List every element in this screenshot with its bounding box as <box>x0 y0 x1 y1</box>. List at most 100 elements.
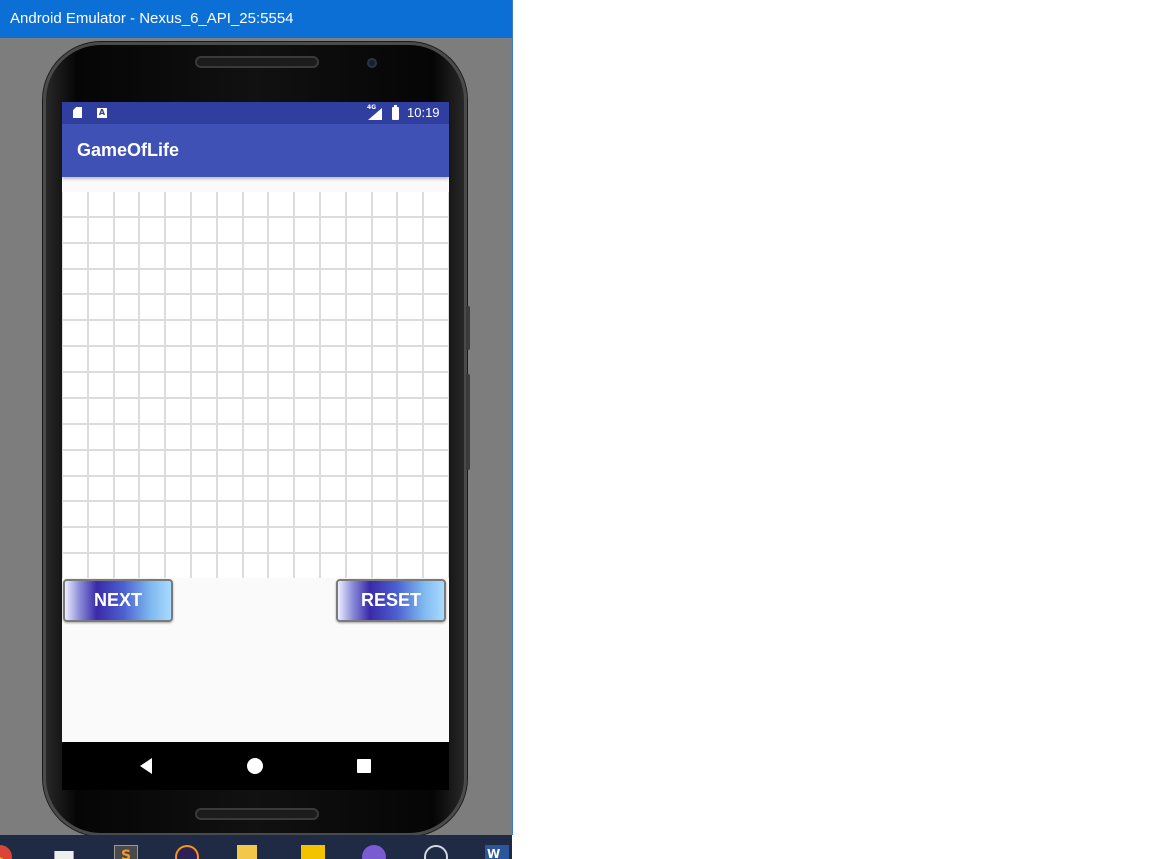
board-cell[interactable] <box>424 373 448 397</box>
board-cell[interactable] <box>372 321 397 346</box>
board-cell[interactable] <box>295 347 319 372</box>
board-cell[interactable] <box>295 554 319 578</box>
board-cell[interactable] <box>269 192 294 216</box>
board-cell[interactable] <box>346 347 371 372</box>
board-cell[interactable] <box>63 502 87 527</box>
board-cell[interactable] <box>63 243 87 268</box>
board-cell[interactable] <box>372 450 397 475</box>
board-cell[interactable] <box>114 373 139 397</box>
board-cell[interactable] <box>140 192 165 216</box>
board-cell[interactable] <box>295 528 319 553</box>
board-cell[interactable] <box>269 502 294 527</box>
board-cell[interactable] <box>217 269 242 294</box>
board-cell[interactable] <box>320 476 345 501</box>
board-cell[interactable] <box>398 192 423 216</box>
board-cell[interactable] <box>372 554 397 578</box>
board-cell[interactable] <box>217 243 242 268</box>
board-cell[interactable] <box>398 424 423 449</box>
board-cell[interactable] <box>166 243 190 268</box>
board-cell[interactable] <box>217 295 242 320</box>
board-cell[interactable] <box>320 217 345 242</box>
board-cell[interactable] <box>346 476 371 501</box>
board-cell[interactable] <box>114 347 139 372</box>
board-cell[interactable] <box>269 217 294 242</box>
board-cell[interactable] <box>88 269 113 294</box>
board-cell[interactable] <box>269 398 294 423</box>
board-cell[interactable] <box>140 554 165 578</box>
board-cell[interactable] <box>346 295 371 320</box>
board-cell[interactable] <box>114 528 139 553</box>
board-cell[interactable] <box>372 192 397 216</box>
board-cell[interactable] <box>166 321 190 346</box>
board-cell[interactable] <box>320 243 345 268</box>
board-cell[interactable] <box>398 450 423 475</box>
board-cell[interactable] <box>269 373 294 397</box>
board-cell[interactable] <box>63 295 87 320</box>
board-cell[interactable] <box>372 528 397 553</box>
board-cell[interactable] <box>269 554 294 578</box>
board-cell[interactable] <box>243 398 268 423</box>
board-cell[interactable] <box>217 192 242 216</box>
board-cell[interactable] <box>398 476 423 501</box>
board-cell[interactable] <box>398 321 423 346</box>
board-cell[interactable] <box>372 217 397 242</box>
board-cell[interactable] <box>140 424 165 449</box>
recents-icon[interactable] <box>357 759 371 773</box>
board-cell[interactable] <box>217 450 242 475</box>
board-cell[interactable] <box>140 502 165 527</box>
board-cell[interactable] <box>398 554 423 578</box>
board-cell[interactable] <box>166 528 190 553</box>
board-cell[interactable] <box>398 502 423 527</box>
board-cell[interactable] <box>166 295 190 320</box>
board-cell[interactable] <box>295 192 319 216</box>
board-cell[interactable] <box>63 554 87 578</box>
board-cell[interactable] <box>166 398 190 423</box>
board-cell[interactable] <box>114 321 139 346</box>
board-cell[interactable] <box>295 243 319 268</box>
board-cell[interactable] <box>140 243 165 268</box>
board-cell[interactable] <box>398 269 423 294</box>
search-app-icon[interactable] <box>301 845 325 859</box>
board-cell[interactable] <box>424 347 448 372</box>
board-cell[interactable] <box>114 295 139 320</box>
board-cell[interactable] <box>320 321 345 346</box>
board-cell[interactable] <box>140 217 165 242</box>
board-cell[interactable] <box>424 528 448 553</box>
board-cell[interactable] <box>114 192 139 216</box>
board-cell[interactable] <box>372 269 397 294</box>
board-cell[interactable] <box>217 554 242 578</box>
board-cell[interactable] <box>191 450 216 475</box>
board-cell[interactable] <box>191 476 216 501</box>
board-cell[interactable] <box>424 502 448 527</box>
board-cell[interactable] <box>191 243 216 268</box>
board-cell[interactable] <box>243 217 268 242</box>
board-cell[interactable] <box>114 424 139 449</box>
board-cell[interactable] <box>295 373 319 397</box>
board-cell[interactable] <box>372 373 397 397</box>
board-cell[interactable] <box>398 243 423 268</box>
board-cell[interactable] <box>63 269 87 294</box>
board-cell[interactable] <box>243 321 268 346</box>
board-cell[interactable] <box>243 554 268 578</box>
board-cell[interactable] <box>88 554 113 578</box>
volume-rocker[interactable] <box>466 374 470 470</box>
board-cell[interactable] <box>346 450 371 475</box>
board-cell[interactable] <box>166 347 190 372</box>
board-cell[interactable] <box>320 502 345 527</box>
board-cell[interactable] <box>166 424 190 449</box>
board-cell[interactable] <box>243 269 268 294</box>
board-cell[interactable] <box>295 476 319 501</box>
board-cell[interactable] <box>295 450 319 475</box>
board-cell[interactable] <box>295 269 319 294</box>
board-cell[interactable] <box>295 424 319 449</box>
power-button[interactable] <box>466 306 470 350</box>
board-cell[interactable] <box>243 192 268 216</box>
back-icon[interactable] <box>140 758 152 774</box>
board-cell[interactable] <box>243 347 268 372</box>
board-cell[interactable] <box>63 476 87 501</box>
board-cell[interactable] <box>191 528 216 553</box>
home-icon[interactable] <box>247 758 263 774</box>
board-cell[interactable] <box>372 347 397 372</box>
board-cell[interactable] <box>114 398 139 423</box>
board-cell[interactable] <box>346 398 371 423</box>
